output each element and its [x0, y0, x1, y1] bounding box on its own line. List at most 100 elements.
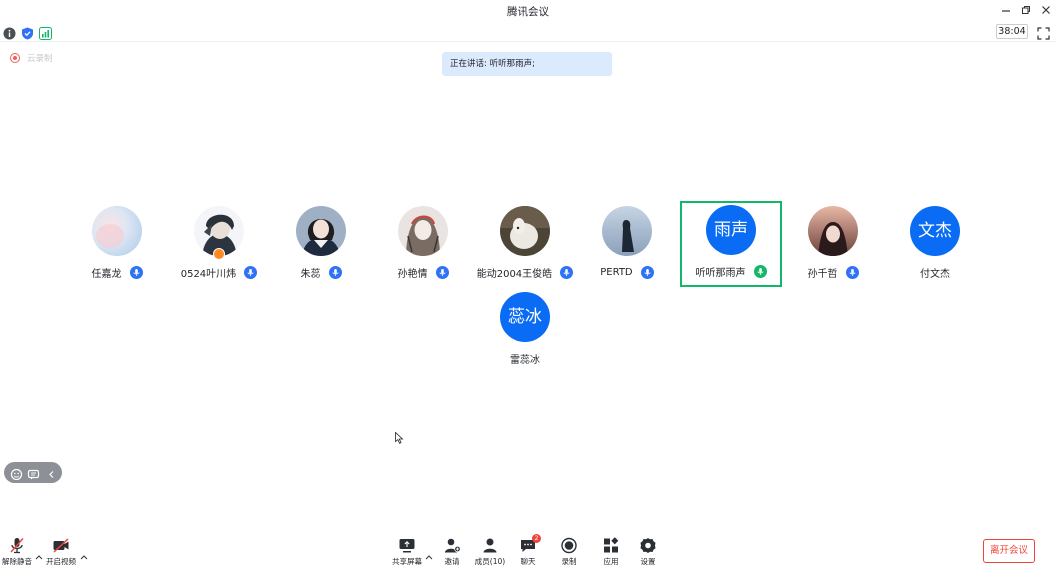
share-screen-label: 共享屏幕	[392, 557, 422, 566]
host-badge-icon	[213, 248, 225, 260]
participant-tile[interactable]: PERTD	[576, 202, 678, 288]
microphone-speaking-icon	[753, 265, 767, 278]
avatar	[296, 206, 346, 256]
participant-name-row: 任嘉龙	[66, 262, 168, 280]
participant-name: 能动2004王俊皓	[476, 269, 553, 280]
share-options-caret-icon[interactable]	[425, 545, 433, 560]
avatar	[398, 206, 448, 256]
participant-name: 孙艳情	[397, 269, 428, 280]
avatar: 雨声	[706, 205, 756, 255]
minimize-icon[interactable]	[998, 3, 1014, 19]
participant-name: 付文杰	[920, 269, 950, 280]
camera-off-icon	[52, 537, 70, 554]
participant-name-row: 能动2004王俊皓	[474, 262, 576, 280]
record-button[interactable]: 录制	[558, 537, 580, 566]
participant-name-row: 听听那雨声	[682, 261, 780, 279]
title-bar: 腾讯会议	[0, 0, 1056, 22]
chat-label: 聊天	[520, 557, 536, 566]
participant-tile-active[interactable]: 雨声 听听那雨声	[680, 201, 782, 287]
participant-name-row: PERTD	[576, 262, 678, 279]
participant-name: PERTD	[600, 267, 633, 278]
audio-options-caret-icon[interactable]	[35, 545, 43, 560]
participant-name: 0524叶川炜	[180, 269, 237, 280]
mouse-cursor-icon	[395, 429, 404, 448]
start-video-button[interactable]: 开启视频	[45, 537, 77, 566]
fullscreen-icon[interactable]	[1037, 25, 1050, 40]
start-video-label: 开启视频	[46, 557, 76, 566]
invite-user-icon	[443, 537, 461, 554]
apps-grid-icon	[602, 537, 620, 554]
chat-unread-badge: 2	[532, 534, 541, 543]
meeting-timer: 38:04	[996, 24, 1028, 39]
participant-tile[interactable]: 蕊冰 雷蕊冰	[474, 288, 576, 374]
participant-name-row: 朱蕊	[270, 262, 372, 280]
participant-tile[interactable]: 文杰 付文杰	[884, 202, 986, 288]
participant-name-row: 孙千哲	[782, 262, 884, 280]
recording-label: 云录制	[27, 54, 53, 64]
microphone-icon	[640, 266, 654, 279]
chat-bubble-icon[interactable]	[27, 466, 40, 480]
status-bar: 38:04	[0, 22, 1056, 42]
restore-icon[interactable]	[1018, 3, 1034, 19]
settings-button[interactable]: 设置	[637, 537, 659, 566]
participant-name: 任嘉龙	[91, 269, 122, 280]
invite-label: 邀请	[444, 557, 460, 566]
avatar	[500, 206, 550, 256]
share-screen-button[interactable]: 共享屏幕	[391, 537, 423, 566]
info-icon[interactable]	[3, 25, 16, 40]
avatar: 蕊冰	[500, 292, 550, 342]
participant-tile[interactable]: 0524叶川炜	[168, 202, 270, 288]
apps-button[interactable]: 应用	[600, 537, 622, 566]
participant-name: 朱蕊	[300, 269, 321, 280]
microphone-muted-icon	[8, 537, 26, 554]
shield-icon[interactable]	[21, 25, 34, 40]
microphone-icon	[129, 266, 143, 279]
microphone-icon	[435, 266, 449, 279]
avatar: 文杰	[910, 206, 960, 256]
participant-tile[interactable]: 朱蕊	[270, 202, 372, 288]
participant-tile[interactable]: 孙艳情	[372, 202, 474, 288]
gear-icon	[639, 537, 657, 554]
invite-button[interactable]: 邀请	[440, 537, 464, 566]
unmute-label: 解除静音	[2, 557, 32, 566]
microphone-icon	[328, 266, 342, 279]
record-dot-icon	[10, 53, 20, 63]
participant-name-row: 雷蕊冰	[474, 348, 576, 366]
share-screen-icon	[398, 537, 416, 554]
participant-name-row: 付文杰	[884, 262, 986, 280]
participant-tile[interactable]: 任嘉龙	[66, 202, 168, 288]
microphone-icon	[560, 266, 574, 279]
participant-name: 雷蕊冰	[510, 355, 540, 366]
members-label: 成员(10)	[474, 557, 506, 566]
emoji-icon[interactable]	[10, 466, 23, 481]
window-title: 腾讯会议	[507, 6, 549, 18]
settings-label: 设置	[640, 557, 656, 566]
participant-name: 听听那雨声	[695, 268, 746, 279]
speaking-banner: 正在讲话: 听听那雨声;	[442, 52, 612, 76]
participant-tile[interactable]: 孙千哲	[782, 202, 884, 288]
close-icon[interactable]	[1038, 3, 1054, 19]
chat-button[interactable]: 2 聊天	[516, 534, 541, 566]
record-label: 录制	[561, 557, 577, 566]
signal-icon[interactable]	[39, 25, 52, 40]
avatar	[92, 206, 142, 256]
chat-icon: 2	[519, 534, 541, 554]
participant-name-row: 0524叶川炜	[168, 262, 270, 280]
apps-label: 应用	[603, 557, 619, 566]
participant-name: 孙千哲	[807, 269, 838, 280]
floating-control-pill[interactable]	[4, 462, 62, 483]
unmute-button[interactable]: 解除静音	[2, 537, 32, 566]
microphone-icon	[244, 266, 258, 279]
microphone-icon	[845, 266, 859, 279]
video-options-caret-icon[interactable]	[80, 545, 88, 560]
avatar	[808, 206, 858, 256]
meeting-window: 腾讯会议 38:04 云录制 正在讲话: 听听那雨声; 任嘉龙 0524叶川炜 …	[0, 0, 1056, 567]
record-icon	[560, 537, 578, 554]
participant-tile[interactable]: 能动2004王俊皓	[474, 202, 576, 288]
members-button[interactable]: 成员(10)	[474, 537, 506, 566]
participant-name-row: 孙艳情	[372, 262, 474, 280]
members-icon	[481, 537, 499, 554]
collapse-chevron-icon[interactable]	[45, 466, 58, 479]
avatar	[602, 206, 652, 256]
leave-meeting-button[interactable]: 离开会议	[983, 539, 1035, 563]
